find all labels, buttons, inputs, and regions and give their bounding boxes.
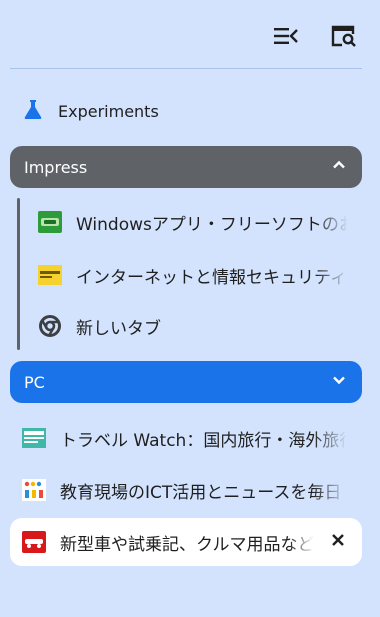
kodomo-ict-favicon <box>22 478 46 502</box>
close-icon <box>331 532 345 552</box>
group-name: Impress <box>24 157 88 177</box>
toolbar <box>270 22 360 54</box>
flask-icon <box>22 98 44 124</box>
chevron-down-icon[interactable] <box>330 371 348 393</box>
car-watch-favicon <box>22 530 46 554</box>
tab-title: 新型車や試乗記、クルマ用品など <box>60 534 314 555</box>
tab-item[interactable]: トラベル Watch：国内旅行・海外旅行 <box>22 418 347 458</box>
toolbar-divider <box>10 68 362 69</box>
tab-title: Windowsアプリ・フリーソフトのおすすめ <box>76 214 348 235</box>
chrome-icon <box>38 314 62 338</box>
travel-watch-favicon <box>22 426 46 450</box>
group-name: PC <box>24 372 45 392</box>
internet-watch-favicon <box>38 263 62 287</box>
tab-item[interactable]: 新しいタブ <box>38 306 348 346</box>
tab-title: 新しいタブ <box>76 318 161 339</box>
tab-item[interactable]: 教育現場のICT活用とニュースを毎日 <box>22 470 347 510</box>
tab-title: 教育現場のICT活用とニュースを毎日 <box>60 482 342 503</box>
tab-title: インターネットと情報セキュリティの最新 <box>76 267 348 288</box>
experiments-label: Experiments <box>58 101 159 121</box>
close-tab-button[interactable] <box>328 532 348 552</box>
active-tab-item[interactable]: 新型車や試乗記、クルマ用品など <box>10 518 362 566</box>
tab-group-pc[interactable]: PC <box>10 361 362 403</box>
tab-item[interactable]: Windowsアプリ・フリーソフトのおすすめ <box>38 202 348 242</box>
tab-group-impress[interactable]: Impress <box>10 146 362 188</box>
tab-list-icon <box>273 25 299 51</box>
tab-search-icon <box>330 24 358 52</box>
tab-search-button[interactable] <box>328 22 360 54</box>
experiments-item[interactable]: Experiments <box>22 98 159 124</box>
chevron-up-icon[interactable] <box>330 156 348 178</box>
tab-item[interactable]: インターネットと情報セキュリティの最新 <box>38 255 348 295</box>
group-indicator-line <box>17 198 20 350</box>
tab-list-button[interactable] <box>270 22 302 54</box>
tab-title: トラベル Watch：国内旅行・海外旅行 <box>60 430 347 451</box>
windows-forest-favicon <box>38 210 62 234</box>
